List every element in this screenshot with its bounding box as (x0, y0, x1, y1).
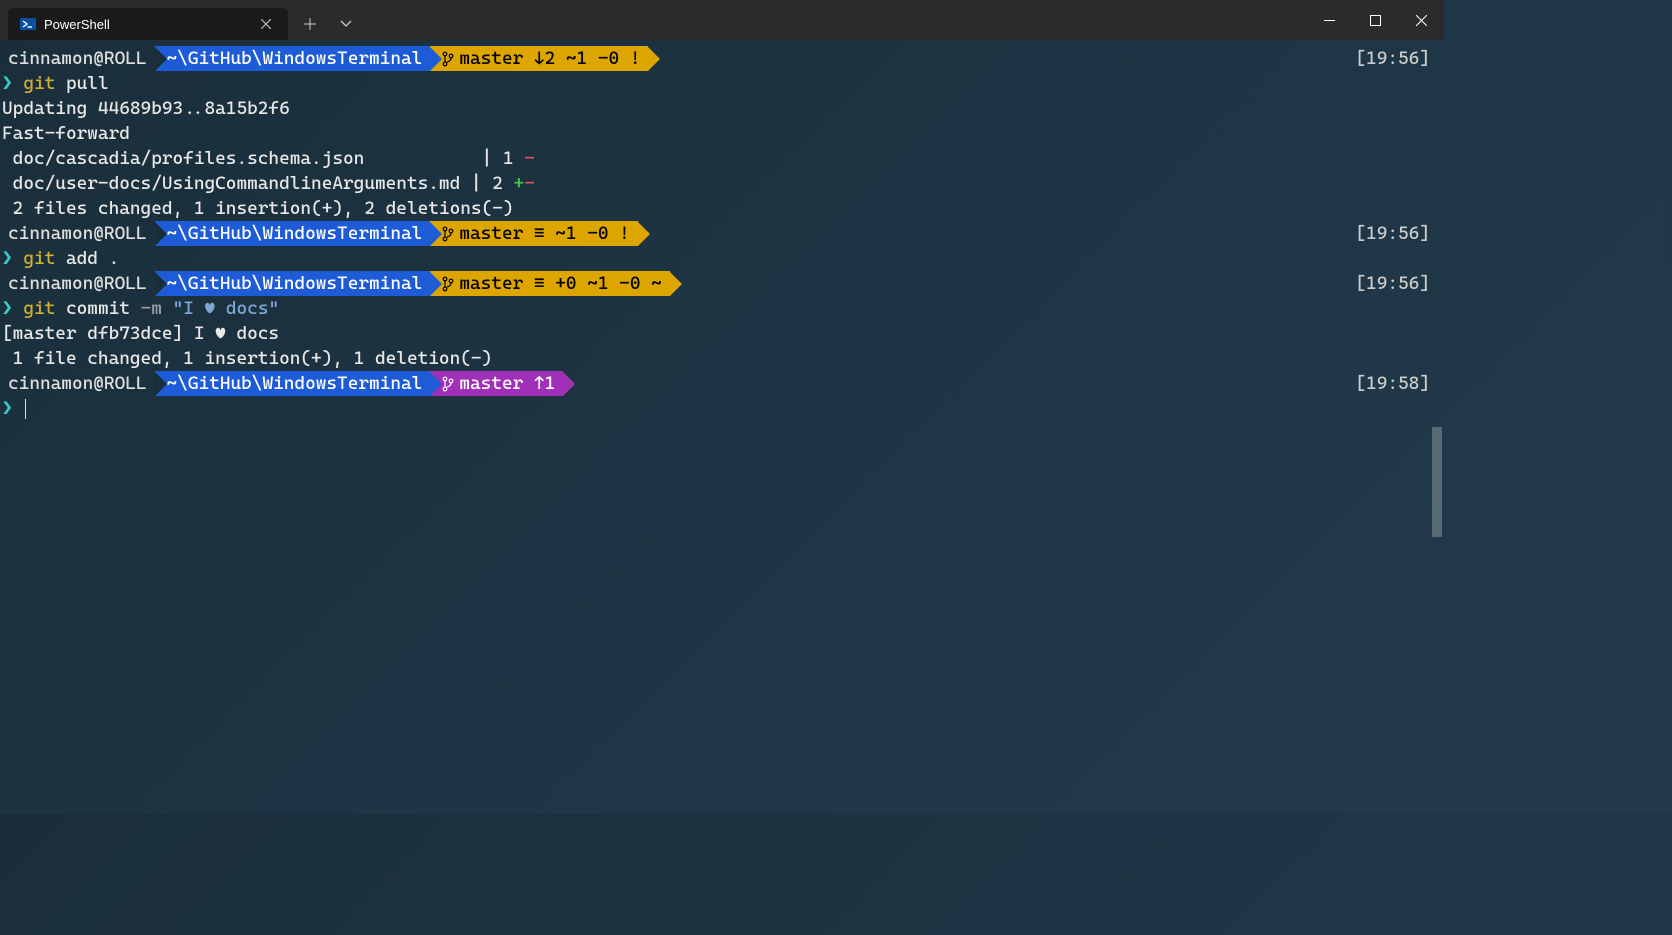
output-line: [master dfb73dce] I ♥ docs (2, 321, 1442, 346)
prompt-line: cinnamon@ROLL ~\GitHub\WindowsTerminal m… (2, 371, 1442, 396)
new-tab-button[interactable] (292, 8, 328, 40)
prompt-time: [19:56] (1355, 271, 1430, 296)
chevron-right-icon (155, 372, 167, 396)
output-text: doc/cascadia/profiles.schema.json | 1 (2, 146, 524, 171)
prompt-line: cinnamon@ROLL ~\GitHub\WindowsTerminal m… (2, 271, 1442, 296)
scrollbar-thumb[interactable] (1432, 427, 1442, 537)
prompt-symbol: ❯ (2, 296, 23, 321)
git-branch-icon (442, 376, 454, 392)
output-line: doc/cascadia/profiles.schema.json | 1 - (2, 146, 1442, 171)
prompt-path: ~\GitHub\WindowsTerminal (155, 371, 431, 396)
chevron-right-icon (648, 47, 660, 71)
prompt-user: cinnamon@ROLL (2, 221, 155, 246)
command-token: commit (55, 296, 140, 321)
tab-controls (292, 0, 364, 40)
chevron-right-icon (430, 372, 442, 396)
prompt-path: ~\GitHub\WindowsTerminal (155, 221, 431, 246)
prompt-path: ~\GitHub\WindowsTerminal (155, 271, 431, 296)
git-status-text: master ↑1 (459, 371, 555, 396)
command-line: ❯ git commit -m "I ♥ docs" (2, 296, 1442, 321)
prompt-line: cinnamon@ROLL ~\GitHub\WindowsTerminal m… (2, 46, 1442, 71)
command-flag: -m (141, 296, 162, 321)
command-token: add (55, 246, 108, 271)
output-line: Updating 44689b93..8a15b2f6 (2, 96, 1442, 121)
chevron-right-icon (430, 222, 442, 246)
git-status-text: master ≡ +0 ~1 -0 ~ (459, 271, 661, 296)
chevron-right-icon (155, 222, 167, 246)
git-branch-icon (442, 276, 454, 292)
minimize-button[interactable] (1306, 0, 1352, 40)
terminal-surface[interactable]: cinnamon@ROLL ~\GitHub\WindowsTerminal m… (0, 40, 1444, 814)
prompt-time: [19:56] (1355, 46, 1430, 71)
prompt-git-status: master ↑1 (430, 371, 563, 396)
prompt-git-status: master ≡ +0 ~1 -0 ~ (430, 271, 669, 296)
chevron-right-icon (670, 272, 682, 296)
prompt-git-status: master ↓2 ~1 -0 ! (430, 46, 648, 71)
git-status-text: master ≡ ~1 -0 ! (459, 221, 630, 246)
close-button[interactable] (1398, 0, 1444, 40)
command-token: pull (55, 71, 108, 96)
prompt-time: [19:56] (1355, 221, 1430, 246)
prompt-symbol: ❯ (2, 396, 23, 421)
command-line: ❯ git add . (2, 246, 1442, 271)
prompt-git-status: master ≡ ~1 -0 ! (430, 221, 638, 246)
output-line: 1 file changed, 1 insertion(+), 1 deleti… (2, 346, 1442, 371)
chevron-right-icon (430, 272, 442, 296)
chevron-right-icon (155, 272, 167, 296)
prompt-symbol: ❯ (2, 71, 23, 96)
prompt-symbol: ❯ (2, 246, 23, 271)
command-line: ❯ (2, 396, 1442, 421)
chevron-right-icon (638, 222, 650, 246)
prompt-user: cinnamon@ROLL (2, 46, 155, 71)
diff-minus: - (524, 146, 535, 171)
tab-title: PowerShell (44, 17, 248, 32)
window-controls (1306, 0, 1444, 40)
command-token: . (109, 246, 120, 271)
prompt-time: [19:58] (1355, 371, 1430, 396)
powershell-icon (20, 16, 36, 32)
chevron-right-icon (155, 47, 167, 71)
tab-powershell[interactable]: PowerShell (8, 8, 288, 40)
diff-minus: - (524, 171, 535, 196)
tab-dropdown-button[interactable] (328, 8, 364, 40)
command-token: git (23, 71, 55, 96)
prompt-line: cinnamon@ROLL ~\GitHub\WindowsTerminal m… (2, 221, 1442, 246)
output-text: doc/user-docs/UsingCommandlineArguments.… (2, 171, 514, 196)
prompt-user: cinnamon@ROLL (2, 271, 155, 296)
prompt-path: ~\GitHub\WindowsTerminal (155, 46, 431, 71)
command-string: "I ♥ docs" (173, 296, 280, 321)
git-branch-icon (442, 226, 454, 242)
tab-close-button[interactable] (256, 14, 276, 34)
maximize-button[interactable] (1352, 0, 1398, 40)
output-line: doc/user-docs/UsingCommandlineArguments.… (2, 171, 1442, 196)
git-branch-icon (442, 51, 454, 67)
output-line: 2 files changed, 1 insertion(+), 2 delet… (2, 196, 1442, 221)
command-token (162, 296, 173, 321)
command-token: git (23, 246, 55, 271)
git-status-text: master ↓2 ~1 -0 ! (459, 46, 640, 71)
chevron-right-icon (563, 372, 575, 396)
chevron-right-icon (430, 47, 442, 71)
cursor (25, 399, 26, 419)
titlebar: PowerShell (0, 0, 1444, 40)
command-token: git (23, 296, 55, 321)
command-line: ❯ git pull (2, 71, 1442, 96)
output-line: Fast-forward (2, 121, 1442, 146)
diff-plus: + (514, 171, 525, 196)
prompt-user: cinnamon@ROLL (2, 371, 155, 396)
